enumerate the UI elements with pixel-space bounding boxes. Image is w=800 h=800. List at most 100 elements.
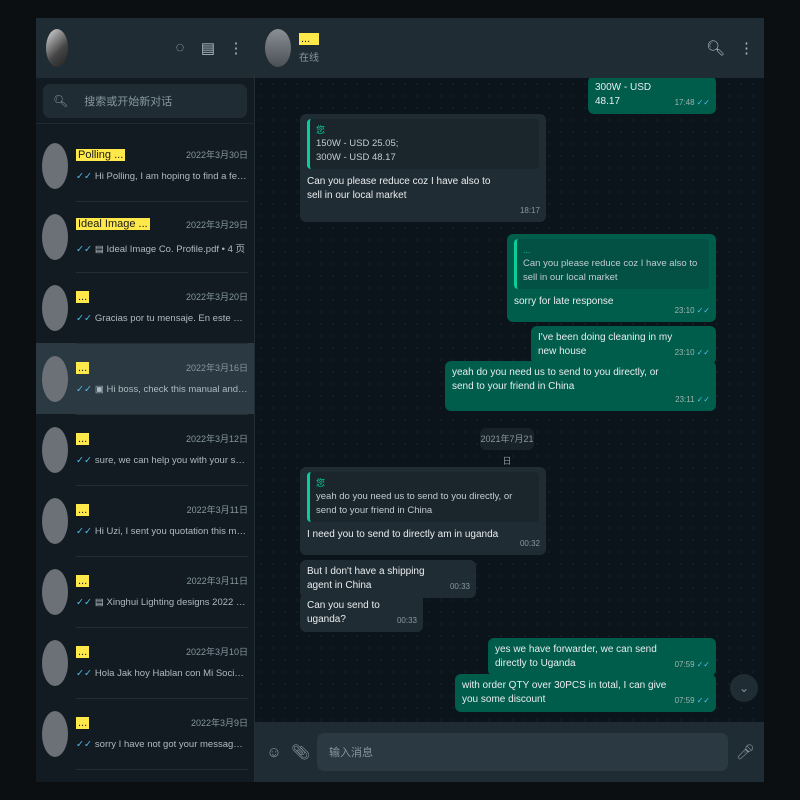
read-receipt-icon: ✓✓ bbox=[696, 348, 710, 357]
read-receipt-icon: ✓✓ bbox=[76, 171, 92, 182]
message-input[interactable]: 输入消息 bbox=[317, 733, 728, 771]
chat-name: ... bbox=[76, 645, 90, 658]
incoming-message[interactable]: 您 150W - USD 25.05; 300W - USD 48.17 Can… bbox=[300, 114, 546, 222]
chat-list-item[interactable]: ... 2022年3月9日 ✓✓ sorry I have not got you… bbox=[36, 698, 254, 770]
chat-preview: ✓✓▤ Xinghui Lighting designs 2022 compre… bbox=[76, 597, 248, 608]
search-bar: 🔍︎ 搜索或开始新对话 bbox=[36, 78, 254, 124]
chat-list: Polling ... 2022年3月30日 ✓✓ Hi Polling, I a… bbox=[36, 124, 254, 782]
read-receipt-icon: ✓✓ bbox=[696, 660, 710, 669]
chat-avatar bbox=[42, 284, 68, 331]
chat-list-item[interactable]: ... 2022年3月11日 ✓✓ ▤ Xinghui Lighting desi… bbox=[36, 556, 254, 628]
outgoing-message[interactable]: I've been doing cleaning in my new house… bbox=[531, 326, 716, 364]
chat-date: 2022年3月20日 bbox=[185, 292, 248, 302]
chat-date: 2022年3月11日 bbox=[186, 505, 248, 515]
quoted-text: 150W - USD 25.05; 300W - USD 48.17 bbox=[316, 138, 399, 163]
chat-name: ... bbox=[76, 503, 90, 516]
chat-date: 2022年3月29日 bbox=[185, 219, 248, 230]
sidebar-header: ◌ ▤ ⋮ bbox=[36, 18, 254, 78]
attach-icon[interactable]: 📎︎ bbox=[291, 743, 310, 761]
quoted-author: ... bbox=[523, 245, 531, 255]
menu-icon[interactable]: ⋮ bbox=[739, 39, 754, 57]
message-text: I need you to send to directly am in uga… bbox=[307, 529, 499, 540]
chat-list-item[interactable]: ... 2022年3月12日 ✓✓ sure, we can help you w… bbox=[36, 414, 254, 486]
chat-list-item[interactable]: ... 2022年3月20日 ✓✓ Gracias por tu mensaje.… bbox=[36, 272, 254, 344]
outgoing-message[interactable]: yeah do you need us to send to you direc… bbox=[445, 361, 716, 411]
contact-name: ... bbox=[299, 32, 319, 45]
my-avatar[interactable] bbox=[46, 29, 68, 67]
conversation-header[interactable]: ... 在线 🔍︎ ⋮ bbox=[255, 18, 764, 78]
search-placeholder: 搜索或开始新对话 bbox=[84, 96, 173, 108]
chat-avatar bbox=[42, 426, 68, 473]
quoted-text: Can you please reduce coz I have also to… bbox=[523, 258, 698, 283]
read-receipt-icon: ✓✓ bbox=[76, 243, 92, 255]
chat-preview: ✓✓ ▤ Ideal Image Co. Profile.pdf • 4 页 bbox=[76, 243, 246, 255]
message-time: 00:32 bbox=[519, 539, 540, 548]
whatsapp-window: ◌ ▤ ⋮ 🔍︎ 搜索或开始新对话 Polling ... 2022年3月30日… bbox=[36, 18, 764, 782]
message-text: yeah do you need us to send to you direc… bbox=[452, 367, 659, 392]
chat-list-item[interactable]: ... 2022年3月10日 ✓✓ Hola Jak hoy Hablan con… bbox=[36, 627, 254, 699]
outgoing-message[interactable]: yes we have forwarder, we can send direc… bbox=[488, 638, 716, 676]
chat-name: ... bbox=[76, 716, 90, 729]
chat-preview: ✓✓ Hi Polling, I am hoping to find a few … bbox=[76, 171, 248, 182]
chat-name: ... bbox=[76, 432, 90, 445]
chat-avatar bbox=[42, 355, 68, 402]
chat-list-item[interactable]: ... 2022年3月16日 ✓✓ ▣ Hi boss, check this m… bbox=[36, 343, 254, 415]
microphone-icon[interactable]: 🎤︎ bbox=[736, 743, 755, 761]
status-icon[interactable]: ◌ bbox=[172, 39, 188, 57]
message-area[interactable]: ⌄ 300W - USD 48.17 17:48 ✓✓ 您 150W - USD 2… bbox=[255, 78, 764, 722]
chat-avatar bbox=[42, 142, 68, 189]
message-time: 23:10 ✓✓ bbox=[674, 348, 710, 357]
chat-list-item[interactable]: Polling ... 2022年3月30日 ✓✓ Hi Polling, I a… bbox=[36, 130, 254, 202]
chat-list-item[interactable]: Ideal Image ... 2022年3月29日 ✓✓ ▤ Ideal Ima… bbox=[36, 201, 254, 273]
read-receipt-icon: ✓✓ bbox=[696, 98, 710, 107]
message-time: 00:33 bbox=[449, 582, 470, 591]
contact-status: 在线 bbox=[299, 52, 319, 64]
read-receipt-icon: ✓✓ bbox=[76, 668, 92, 679]
chat-preview: ✓✓Hola Jak hoy Hablan con Mi Socia Massy bbox=[76, 668, 248, 679]
conversation-pane: ... 在线 🔍︎ ⋮ ⌄ 300W - USD 48.17 17:48 ✓✓ 您 … bbox=[255, 18, 764, 782]
contact-avatar[interactable] bbox=[265, 29, 291, 67]
search-input[interactable]: 🔍︎ 搜索或开始新对话 bbox=[43, 84, 247, 118]
read-receipt-icon: ✓✓ bbox=[76, 597, 92, 608]
outgoing-message[interactable]: ... Can you please reduce coz I have als… bbox=[507, 234, 716, 322]
message-text: with order QTY over 30PCS in total, I ca… bbox=[462, 680, 667, 705]
chat-list-item[interactable]: ... 2022年3月11日 ✓✓ Hi Uzi, I sent you quot… bbox=[36, 485, 254, 557]
chat-avatar bbox=[42, 213, 68, 260]
chat-name: ... bbox=[76, 361, 90, 374]
quoted-text: yeah do you need us to send to you direc… bbox=[316, 491, 513, 516]
message-time: 17:48 ✓✓ bbox=[674, 98, 710, 107]
chat-date: 2022年3月9日 bbox=[190, 718, 248, 728]
chat-preview: ✓✓Hi Uzi, I sent you quotation this morn… bbox=[76, 526, 248, 537]
chat-name: ... bbox=[76, 574, 90, 587]
message-time: 07:59 ✓✓ bbox=[674, 660, 710, 669]
chat-date: 2022年3月30日 bbox=[185, 150, 248, 160]
read-receipt-icon: ✓✓ bbox=[696, 696, 710, 705]
incoming-message[interactable]: 您 yeah do you need us to send to you dir… bbox=[300, 467, 546, 555]
quoted-message[interactable]: 您 150W - USD 25.05; 300W - USD 48.17 bbox=[307, 119, 539, 169]
chat-date: 2022年3月16日 bbox=[185, 363, 248, 373]
outgoing-message[interactable]: with order QTY over 30PCS in total, I ca… bbox=[455, 674, 716, 712]
chat-preview: ✓✓sorry I have not got your message on A… bbox=[76, 739, 248, 750]
chat-date: 2022年3月12日 bbox=[185, 434, 248, 444]
date-separator: 2021年7月21日 bbox=[480, 428, 534, 466]
chat-name: ... bbox=[76, 290, 90, 303]
chat-avatar bbox=[42, 568, 68, 615]
read-receipt-icon: ✓✓ bbox=[696, 395, 710, 404]
read-receipt-icon: ✓✓ bbox=[76, 313, 92, 324]
quoted-author: 您 bbox=[316, 125, 326, 135]
scroll-down-button[interactable]: ⌄ bbox=[730, 674, 758, 702]
outgoing-message[interactable]: 300W - USD 48.17 17:48 ✓✓ bbox=[588, 78, 716, 114]
quoted-author: 您 bbox=[316, 478, 326, 488]
quoted-message[interactable]: ... Can you please reduce coz I have als… bbox=[514, 239, 709, 289]
message-time: 23:11 ✓✓ bbox=[675, 395, 710, 404]
message-input-placeholder: 输入消息 bbox=[329, 747, 373, 759]
message-text: Can you please reduce coz I have also to… bbox=[307, 176, 491, 201]
incoming-message[interactable]: Can you send to uganda? 00:33 bbox=[300, 594, 423, 632]
menu-icon[interactable]: ⋮ bbox=[228, 39, 244, 57]
emoji-icon[interactable]: ☺ bbox=[265, 744, 283, 761]
search-icon[interactable]: 🔍︎ bbox=[706, 39, 725, 57]
chat-date: 2022年3月10日 bbox=[185, 647, 248, 657]
incoming-message[interactable]: But I don't have a shipping agent in Chi… bbox=[300, 560, 476, 598]
quoted-message[interactable]: 您 yeah do you need us to send to you dir… bbox=[307, 472, 539, 522]
new-chat-icon[interactable]: ▤ bbox=[200, 39, 216, 57]
